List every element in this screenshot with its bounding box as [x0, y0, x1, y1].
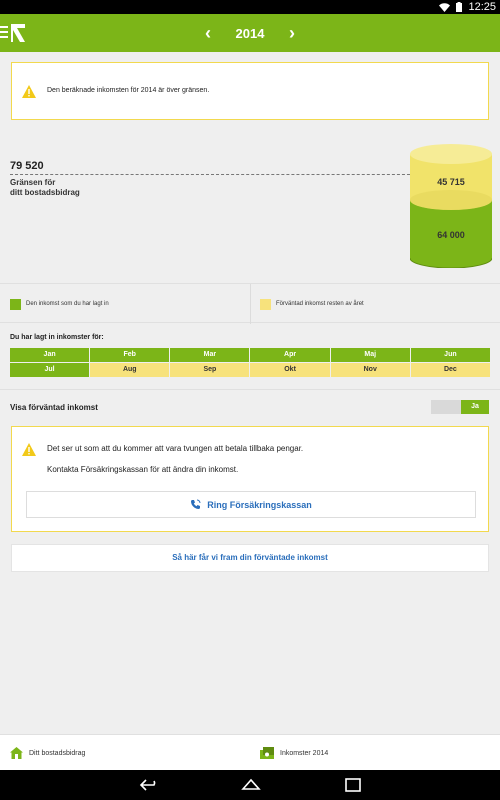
month-okt[interactable]: Okt [250, 363, 330, 377]
clock: 12:25 [468, 1, 496, 13]
money-icon [260, 747, 274, 759]
repay-warning-text: Det ser ut som att du kommer att vara tv… [47, 444, 304, 453]
month-apr[interactable]: Apr [250, 348, 330, 362]
repay-warning-notice: Det ser ut som att du kommer att vara tv… [11, 426, 489, 532]
toggle-off-segment[interactable] [431, 400, 461, 414]
month-maj[interactable]: Maj [330, 348, 410, 362]
legend-reported: Den inkomst som du har lagt in [10, 284, 109, 324]
limit-dashed-line [10, 174, 415, 175]
app-logo[interactable] [9, 22, 27, 44]
warning-icon [22, 443, 36, 456]
months-grid: Jan Feb Mar Apr Maj Jun Jul Aug Sep Okt Nov Dec [10, 348, 490, 377]
months-title: Du har lagt in inkomster för: [10, 334, 104, 341]
month-jul[interactable]: Jul [10, 363, 90, 377]
income-cylinder [410, 144, 492, 268]
month-mar[interactable]: Mar [170, 348, 250, 362]
month-feb[interactable]: Feb [90, 348, 170, 362]
back-icon[interactable] [138, 777, 160, 793]
how-expected-income-link[interactable]: Så här får vi fram din förväntade inkoms… [11, 544, 489, 572]
battery-icon [456, 2, 463, 12]
app-bar: ‹ 2014 › [0, 14, 500, 52]
limit-label: Gränsen för ditt bostadsbidrag [10, 178, 80, 197]
call-button[interactable]: Ring Försäkringskassan [26, 491, 476, 518]
recent-apps-icon[interactable] [342, 777, 364, 793]
chart-legend: Den inkomst som du har lagt in Förväntad… [0, 283, 500, 324]
show-expected-toggle[interactable]: Ja [431, 400, 489, 414]
legend-swatch-green [10, 298, 21, 310]
divider [0, 389, 500, 390]
status-bar: 12:25 [0, 0, 500, 14]
month-aug[interactable]: Aug [90, 363, 170, 377]
month-jan[interactable]: Jan [10, 348, 90, 362]
legend-divider [250, 284, 251, 324]
nav-income[interactable]: Inkomster 2014 [260, 735, 328, 771]
chevron-left-icon[interactable]: ‹ [200, 23, 216, 44]
month-nov[interactable]: Nov [330, 363, 410, 377]
year-navigation: ‹ 2014 › [200, 14, 300, 52]
phone-icon [191, 499, 201, 510]
contact-text: Kontakta Försäkringskassan för att ändra… [47, 465, 239, 474]
toggle-on-segment[interactable]: Ja [461, 400, 489, 414]
expected-income-value: 45 715 [437, 177, 465, 187]
month-dec[interactable]: Dec [410, 363, 490, 377]
month-sep[interactable]: Sep [170, 363, 250, 377]
warning-icon [22, 85, 36, 98]
bottom-navigation: Ditt bostadsbidrag Inkomster 2014 [0, 734, 500, 770]
chevron-right-icon[interactable]: › [284, 23, 300, 44]
limit-value: 79 520 [10, 160, 44, 172]
limit-warning-text: Den beräknade inkomsten för 2014 är över… [47, 87, 210, 94]
system-navigation-bar [0, 770, 500, 800]
wifi-icon [439, 2, 451, 12]
menu-icon[interactable] [0, 26, 8, 38]
reported-income-value: 64 000 [437, 230, 465, 240]
home-icon[interactable] [240, 777, 262, 793]
legend-swatch-yellow [260, 298, 271, 310]
income-chart: 79 520 Gränsen för ditt bostadsbidrag 45… [0, 130, 500, 282]
call-button-label: Ring Försäkringskassan [207, 499, 312, 510]
year-label: 2014 [235, 25, 265, 41]
house-icon [10, 747, 23, 759]
legend-expected: Förväntad inkomst resten av året [260, 284, 364, 324]
month-jun[interactable]: Jun [410, 348, 490, 362]
nav-housing-allowance[interactable]: Ditt bostadsbidrag [10, 735, 85, 771]
limit-warning-notice: Den beräknade inkomsten för 2014 är över… [11, 62, 489, 120]
show-expected-label: Visa förväntad inkomst [10, 403, 98, 412]
